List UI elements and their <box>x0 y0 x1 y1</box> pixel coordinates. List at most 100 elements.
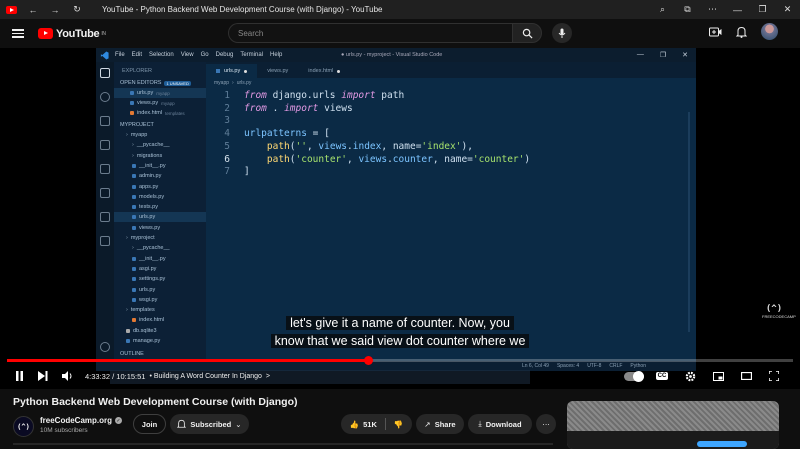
extensions-icon <box>100 164 110 174</box>
subscriber-count: 10M subscribers <box>40 427 88 434</box>
more-icon[interactable]: ⋯ <box>700 0 725 19</box>
more-actions-button[interactable]: ⋯ <box>536 414 556 434</box>
tree-file: models.py <box>114 192 206 202</box>
file-type-icon <box>132 297 136 302</box>
subscribed-button[interactable]: Subscribed ⌄ <box>170 414 249 434</box>
pause-icon <box>15 371 23 381</box>
cast-icon[interactable]: ⧉ <box>675 0 700 19</box>
settings-button[interactable] <box>678 367 702 385</box>
forward-arrow-icon[interactable]: → <box>44 0 66 19</box>
next-button[interactable] <box>31 367 55 385</box>
file-type-icon <box>132 205 136 210</box>
voice-search-button[interactable] <box>552 23 572 43</box>
related-video-thumbnail[interactable] <box>567 401 779 449</box>
menu-go[interactable]: Go <box>201 52 209 58</box>
masthead: YouTube IN Search <box>0 19 800 48</box>
bell-icon <box>177 419 187 428</box>
video-player[interactable]: File Edit Selection View Go Debug Termin… <box>0 48 800 389</box>
reload-icon[interactable]: ↻ <box>66 0 88 19</box>
verified-check-icon: ✓ <box>115 417 123 424</box>
join-button[interactable]: Join <box>133 414 166 434</box>
theater-icon <box>740 372 752 380</box>
minimize-icon[interactable]: — <box>725 0 750 19</box>
miniplayer-button[interactable] <box>706 367 730 385</box>
folder-chevron-icon: › <box>126 132 128 138</box>
scrubber-handle[interactable] <box>364 356 373 365</box>
editor-scrollbar <box>688 112 690 332</box>
share-button[interactable]: ↗ Share <box>416 414 464 434</box>
timecode: 4:33:32 / 10:15:51 <box>85 371 146 381</box>
mute-button[interactable] <box>55 367 79 385</box>
open-editor-item: urls.py myapp <box>114 88 206 98</box>
next-icon <box>38 371 48 381</box>
like-count[interactable]: 51K <box>363 420 377 429</box>
youtube-logo[interactable]: YouTube IN <box>38 28 106 40</box>
open-editor-item: index.html templates <box>114 108 206 118</box>
file-type-icon <box>132 215 136 220</box>
tab-urls-py: urls.py <box>206 64 258 78</box>
create-icon[interactable] <box>709 27 722 37</box>
thumbs-up-icon[interactable]: 👍 <box>350 420 359 429</box>
vscode-window-title: ● urls.py - myproject - Visual Studio Co… <box>341 52 443 58</box>
channel-name[interactable]: freeCodeCamp.org ✓ <box>40 416 123 425</box>
tree-file: settings.py <box>114 274 206 284</box>
maximize-icon[interactable]: ❐ <box>750 0 775 19</box>
close-icon[interactable]: ✕ <box>775 0 800 19</box>
window-titlebar: ← → ↻ YouTube - Python Backend Web Devel… <box>0 0 800 19</box>
fullscreen-icon <box>769 371 779 381</box>
back-arrow-icon[interactable]: ← <box>22 0 44 19</box>
pause-button[interactable] <box>7 367 31 385</box>
app-icon <box>0 0 22 19</box>
menu-edit[interactable]: Edit <box>132 52 142 58</box>
video-meta: Python Backend Web Development Course (w… <box>0 389 800 449</box>
menu-selection[interactable]: Selection <box>149 52 174 58</box>
progress-bar[interactable] <box>7 356 793 365</box>
tree-folder: › __pycache__ <box>132 142 170 149</box>
zoom-icon[interactable]: ⌕ <box>650 0 675 19</box>
tree-file: urls.py <box>114 212 206 223</box>
thumbs-down-icon[interactable]: 👎 <box>394 420 403 429</box>
line-number: 3 <box>224 115 230 127</box>
menu-debug[interactable]: Debug <box>216 52 234 58</box>
country-code: IN <box>101 30 106 37</box>
captions-button[interactable]: CC <box>650 367 674 385</box>
folder-chevron-icon: › <box>132 152 134 159</box>
youtube-logo-text: YouTube <box>56 27 100 40</box>
menu-view[interactable]: View <box>181 52 194 58</box>
autoplay-toggle[interactable] <box>622 367 646 385</box>
miniplayer-icon <box>712 371 724 381</box>
code-line: urlpatterns = [ <box>244 128 330 140</box>
search-button[interactable] <box>512 23 542 43</box>
folder-chevron-icon: › <box>132 245 134 252</box>
progress-fill <box>7 359 368 362</box>
line-number: 4 <box>224 128 230 140</box>
file-type-icon <box>132 225 136 230</box>
vscode-maximize-icon: ❐ <box>659 52 667 59</box>
chapter-title[interactable]: • Building A Word Counter In Django <box>149 373 261 380</box>
search-input[interactable]: Search <box>228 23 512 43</box>
channel-avatar[interactable]: (^) <box>13 416 34 437</box>
line-number: 1 <box>224 90 230 101</box>
vscode-close-icon: ✕ <box>682 52 688 59</box>
account-avatar[interactable] <box>761 23 778 40</box>
menu-file[interactable]: File <box>115 52 125 58</box>
microphone-icon <box>558 28 566 38</box>
file-type-icon <box>132 277 136 282</box>
notifications-bell-icon[interactable] <box>736 26 747 38</box>
download-button[interactable]: ⤓ Download <box>468 414 532 434</box>
theater-mode-button[interactable] <box>734 367 758 385</box>
tree-file: __init__.py <box>114 254 206 264</box>
menu-icon[interactable] <box>12 29 24 38</box>
chapter-chevron-icon[interactable]: > <box>266 373 270 380</box>
tree-folder: › migrations <box>132 152 163 159</box>
tree-file: urls.py <box>114 285 206 295</box>
menu-help[interactable]: Help <box>270 52 282 58</box>
file-type-icon <box>132 256 136 261</box>
fullscreen-button[interactable] <box>762 367 786 385</box>
docker-icon <box>100 212 110 222</box>
vscode-minimize-icon: — <box>636 51 644 58</box>
debug-icon <box>100 140 110 150</box>
tree-file: admin.py <box>114 171 206 181</box>
menu-terminal[interactable]: Terminal <box>240 52 263 58</box>
freecodecamp-logo-icon: (^) <box>765 304 783 314</box>
